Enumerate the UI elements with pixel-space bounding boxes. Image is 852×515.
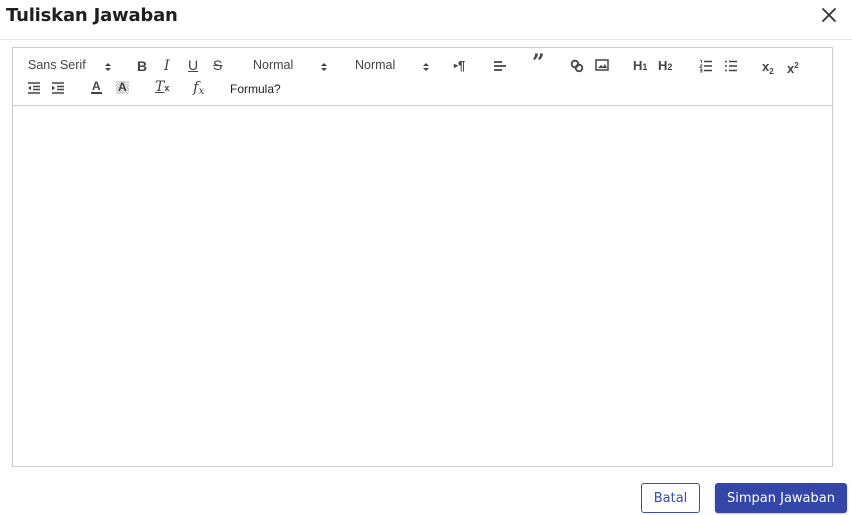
indent-icon <box>52 82 64 94</box>
superscript-button[interactable]: x2 <box>787 59 799 76</box>
header-picker[interactable]: Normal <box>355 58 433 74</box>
editor-toolbar: Sans Serif B I U S Normal Normal ▸¶ ” H1… <box>13 48 832 106</box>
outdent-button[interactable] <box>27 82 41 94</box>
chevron-updown-icon <box>105 63 111 71</box>
underline-icon: U <box>188 57 199 73</box>
save-answer-button[interactable]: Simpan Jawaban <box>715 483 847 513</box>
background-color-button[interactable]: A <box>116 81 129 94</box>
rich-text-editor: Sans Serif B I U S Normal Normal ▸¶ ” H1… <box>12 47 833 467</box>
text-color-button[interactable]: A <box>91 80 102 94</box>
image-icon <box>595 59 609 71</box>
cancel-button[interactable]: Batal <box>641 483 700 513</box>
clean-subscript: x <box>164 83 170 93</box>
font-picker-label: Sans Serif <box>28 58 86 72</box>
h1-button[interactable]: H1 <box>633 59 647 74</box>
bullet-list-icon <box>725 60 737 72</box>
subscript-icon: x2 <box>762 59 774 77</box>
italic-icon: I <box>164 58 170 74</box>
text-color-icon: A <box>92 79 101 93</box>
header-picker-label: Normal <box>355 58 396 72</box>
direction-button[interactable]: ▸¶ <box>454 59 465 73</box>
subscript-button[interactable]: x2 <box>762 60 774 79</box>
bold-button[interactable]: B <box>137 59 147 73</box>
strike-icon: S <box>213 57 223 73</box>
bullet-list-button[interactable] <box>724 59 738 73</box>
formula-button[interactable]: fx <box>193 80 204 99</box>
close-icon <box>822 8 836 22</box>
formula-help-link[interactable]: Formula? <box>230 82 281 96</box>
clear-format-button[interactable]: Tx <box>155 80 169 95</box>
h2-glyph: H <box>658 58 668 73</box>
h2-button[interactable]: H2 <box>658 59 672 74</box>
strike-button[interactable]: S <box>213 58 222 72</box>
align-left-icon <box>494 61 506 71</box>
clear-format-icon: Tx <box>155 79 169 95</box>
bold-icon: B <box>137 58 148 74</box>
superscript-icon: x2 <box>787 61 799 76</box>
h2-subscript: 2 <box>667 62 673 72</box>
pilcrow-icon: ¶ <box>458 58 466 73</box>
clean-glyph: T <box>155 79 165 95</box>
dialog-title: Tuliskan Jawaban <box>6 5 178 26</box>
image-button[interactable] <box>595 59 609 71</box>
outdent-icon <box>28 82 40 94</box>
formula-icon: fx <box>193 78 205 98</box>
link-button[interactable] <box>570 59 584 73</box>
link-icon <box>570 59 584 73</box>
size-picker[interactable]: Normal <box>253 58 331 74</box>
close-button[interactable] <box>820 6 838 24</box>
italic-button[interactable]: I <box>164 59 170 73</box>
indent-button[interactable] <box>51 82 65 94</box>
h1-glyph: H <box>633 58 643 73</box>
chevron-updown-icon <box>423 63 429 71</box>
ordered-list-button[interactable] <box>699 59 713 73</box>
editor-content[interactable] <box>13 106 832 466</box>
dialog-header: Tuliskan Jawaban <box>0 0 852 40</box>
blockquote-button[interactable]: ” <box>532 52 545 74</box>
ordered-list-icon <box>699 60 712 73</box>
heading-1-icon: H1 <box>633 58 647 73</box>
font-picker[interactable]: Sans Serif <box>28 58 118 74</box>
underline-button[interactable]: U <box>188 58 198 72</box>
formula-subscript: x <box>198 86 205 97</box>
background-color-icon: A <box>118 80 127 94</box>
chevron-updown-icon <box>321 63 327 71</box>
quote-icon: ” <box>532 50 545 76</box>
align-button[interactable] <box>493 60 507 72</box>
h1-subscript: 1 <box>642 62 648 72</box>
size-picker-label: Normal <box>253 58 294 72</box>
heading-2-icon: H2 <box>658 58 672 73</box>
